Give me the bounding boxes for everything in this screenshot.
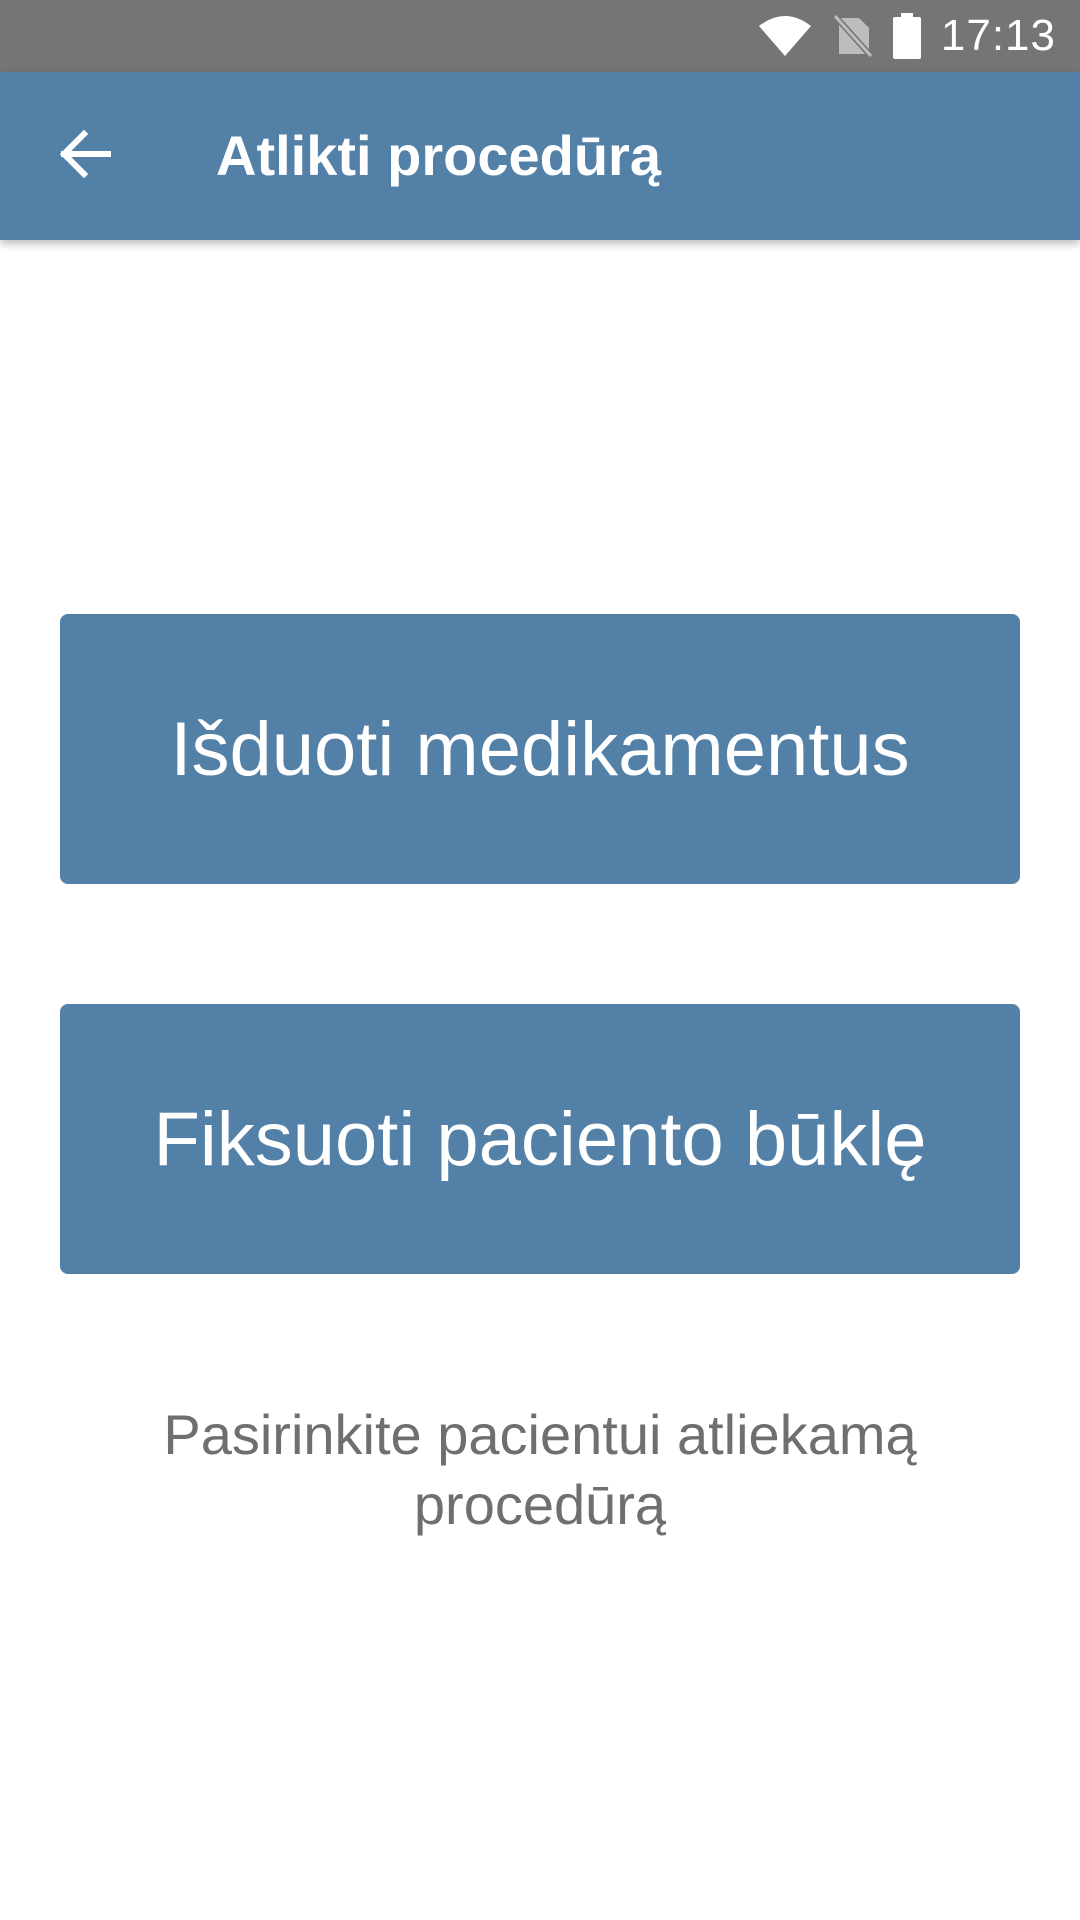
screen: 17:13 Atlikti procedūrą Išduoti medikame… xyxy=(0,0,1080,1920)
status-time: 17:13 xyxy=(940,11,1056,60)
no-sim-icon xyxy=(832,0,873,72)
wifi-icon xyxy=(757,0,813,72)
record-patient-condition-button[interactable]: Fiksuoti paciento būklę xyxy=(60,1004,1020,1274)
battery-icon xyxy=(892,0,921,72)
page-title: Atlikti procedūrą xyxy=(216,124,661,187)
dispense-medication-button[interactable]: Išduoti medikamentus xyxy=(60,614,1020,884)
dispense-medication-label: Išduoti medikamentus xyxy=(170,706,910,792)
instruction-text: Pasirinkite pacientui atliekamą procedūr… xyxy=(163,1403,917,1536)
arrow-left-icon xyxy=(58,126,114,187)
record-patient-condition-label: Fiksuoti paciento būklę xyxy=(153,1096,927,1182)
back-button[interactable] xyxy=(40,110,132,202)
status-bar: 17:13 xyxy=(0,0,1080,72)
app-bar: Atlikti procedūrą xyxy=(0,72,1080,240)
